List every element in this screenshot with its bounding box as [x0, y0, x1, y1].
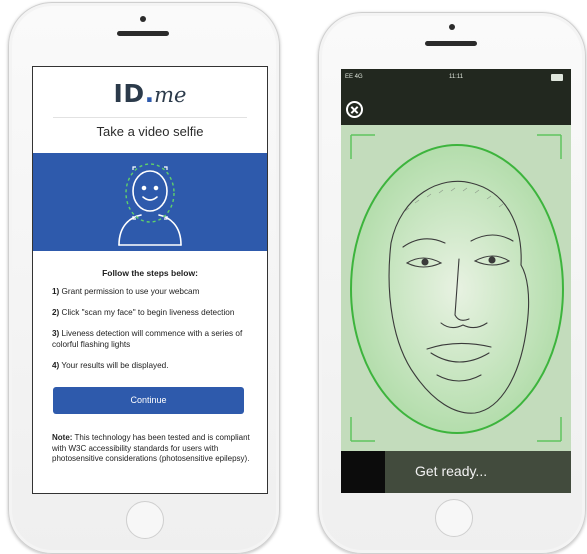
status-bar: EE 4G 11:11: [341, 69, 571, 85]
earpiece-speaker: [117, 31, 169, 36]
footer-dark-panel: [341, 451, 385, 493]
step-2: 2) Click "scan my face" to begin livenes…: [52, 307, 258, 318]
idme-logo: ID.me: [33, 79, 267, 108]
note-text: This technology has been tested and is c…: [52, 433, 250, 463]
earpiece-speaker: [425, 41, 477, 46]
home-button[interactable]: [435, 499, 473, 537]
page-title: Take a video selfie: [96, 124, 204, 139]
logo-id-text: ID: [113, 79, 145, 108]
face-scan-icon: [118, 163, 182, 246]
front-camera-icon: [449, 24, 455, 30]
battery-icon: [551, 74, 563, 81]
selfie-banner: [33, 153, 267, 251]
home-button[interactable]: [126, 501, 164, 539]
continue-button[interactable]: Continue: [53, 387, 244, 414]
close-icon[interactable]: [346, 101, 363, 118]
face-capture-svg: [341, 125, 571, 451]
divider: [53, 117, 247, 118]
steps-heading: Follow the steps below:: [102, 268, 198, 278]
step-text: Click "scan my face" to begin liveness d…: [59, 308, 235, 317]
step-text: Liveness detection will commence with a …: [52, 329, 243, 349]
status-footer: Get ready...: [341, 451, 571, 493]
logo-me-text: me: [154, 83, 187, 107]
liveness-camera-screen: EE 4G 11:11 Get ready...: [341, 69, 571, 493]
get-ready-label: Get ready...: [415, 463, 488, 479]
idme-selfie-screen: ID.me Take a video selfie Follow the ste…: [32, 66, 268, 494]
status-time: 11:11: [448, 74, 464, 80]
logo-dot: .: [144, 79, 155, 108]
step-text: Your results will be displayed.: [59, 361, 169, 370]
step-1: 1) Grant permission to use your webcam: [52, 286, 258, 297]
step-text: Grant permission to use your webcam: [59, 287, 200, 296]
step-4: 4) Your results will be displayed.: [52, 360, 258, 371]
note-label: Note:: [52, 433, 73, 442]
front-camera-icon: [140, 16, 146, 22]
accessibility-note: Note: This technology has been tested an…: [52, 433, 252, 465]
step-3: 3) Liveness detection will commence with…: [52, 328, 258, 350]
camera-viewfinder: [341, 125, 571, 451]
